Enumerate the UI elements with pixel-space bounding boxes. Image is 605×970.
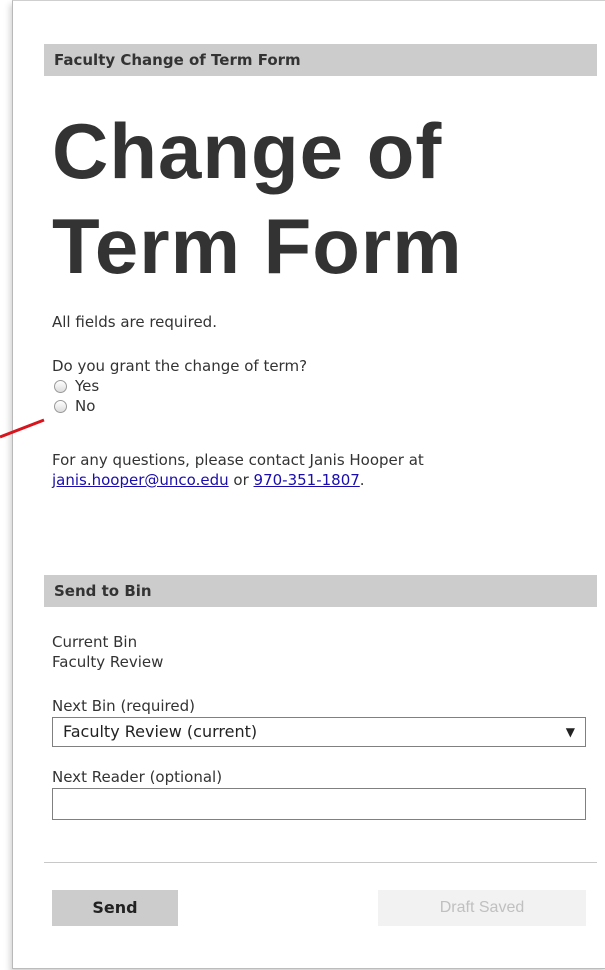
next-bin-label: Next Bin (required) xyxy=(52,697,195,715)
next-reader-label: Next Reader (optional) xyxy=(52,768,223,786)
radio-option-no[interactable]: No xyxy=(54,396,95,416)
question-label: Do you grant the change of term? xyxy=(52,357,308,375)
radio-button-icon[interactable] xyxy=(54,399,67,413)
next-bin-select[interactable]: Faculty Review (current) ▼ xyxy=(52,717,586,747)
draft-saved-button: Draft Saved xyxy=(378,890,586,926)
form-header: Faculty Change of Term Form xyxy=(44,44,597,76)
page-title-line-2: Term Form xyxy=(52,202,463,290)
contact-or: or xyxy=(233,471,249,489)
current-bin-value: Faculty Review xyxy=(52,653,164,671)
radio-label-no: No xyxy=(75,397,96,415)
required-note: All fields are required. xyxy=(52,313,217,331)
contact-phone-link[interactable]: 970-351-1807 xyxy=(254,471,360,489)
contact-email-link[interactable]: janis.hooper@unco.edu xyxy=(52,471,229,489)
current-bin-label: Current Bin xyxy=(52,633,138,651)
page-title-line-1: Change of xyxy=(52,107,443,195)
contact-info: For any questions, please contact Janis … xyxy=(52,450,572,490)
radio-button-icon[interactable] xyxy=(54,379,67,393)
page-title: Change of Term Form xyxy=(52,104,592,294)
contact-prefix: For any questions, please contact Janis … xyxy=(52,451,424,469)
divider xyxy=(44,862,597,863)
radio-label-yes: Yes xyxy=(75,377,100,395)
annotation-arrow-icon xyxy=(0,418,45,439)
send-to-bin-header: Send to Bin xyxy=(44,575,597,607)
dropdown-arrow-icon[interactable]: ▼ xyxy=(566,718,575,746)
next-bin-selected-value: Faculty Review (current) xyxy=(63,722,258,741)
contact-suffix: . xyxy=(359,471,365,489)
radio-option-yes[interactable]: Yes xyxy=(54,376,99,396)
next-reader-input[interactable] xyxy=(52,788,586,820)
send-button[interactable]: Send xyxy=(52,890,178,926)
